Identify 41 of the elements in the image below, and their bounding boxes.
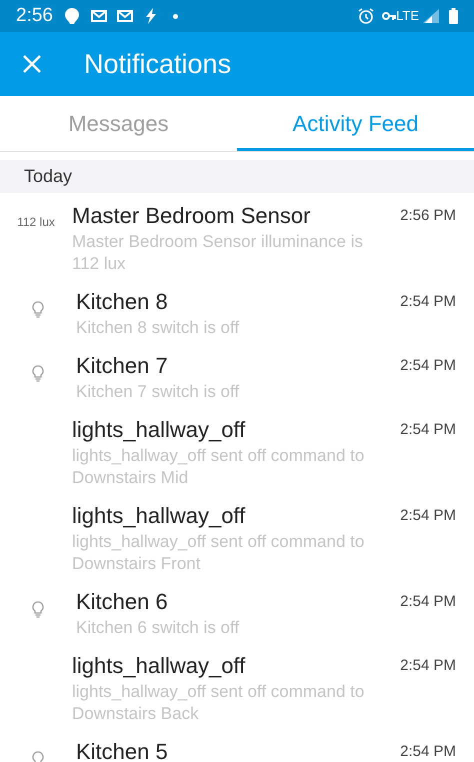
network-type: LTE — [396, 7, 419, 26]
screen-title: Notifications — [84, 48, 232, 81]
event-title: Kitchen 7 — [76, 352, 169, 380]
event-description: lights_hallway_off sent off command to Downstairs Back — [72, 681, 366, 725]
section-title: Today — [24, 165, 72, 188]
event-title: lights_hallway_off — [72, 416, 246, 444]
event-time: 2:54 PM — [400, 592, 457, 612]
reading-label: 112 lux — [17, 214, 55, 231]
event-time: 2:56 PM — [400, 206, 457, 226]
event-description: Kitchen 8 switch is off — [76, 317, 240, 339]
event-description: lights_hallway_off sent off command to Downstairs Mid — [72, 445, 366, 489]
tab[interactable]: Messages — [0, 96, 237, 151]
mail-icon — [116, 10, 133, 22]
signal-icon — [423, 9, 439, 23]
alarm-icon — [358, 8, 374, 24]
event-time: 2:54 PM — [400, 356, 457, 376]
event-title: lights_hallway_off — [72, 652, 246, 680]
event-title: Master Bedroom Sensor — [72, 202, 312, 230]
status-time: 2:56 — [16, 4, 53, 28]
event-time: 2:54 PM — [400, 506, 457, 526]
event-time: 2:54 PM — [400, 656, 457, 676]
event-title: Kitchen 5 — [76, 738, 169, 762]
dot-icon — [172, 14, 178, 18]
lightbulb-icon — [32, 301, 44, 318]
event-description: Kitchen 6 switch is off — [76, 617, 240, 639]
battery-icon — [449, 8, 458, 24]
lightbulb-icon — [32, 365, 44, 382]
event-time: 2:54 PM — [400, 742, 457, 762]
bolt-icon — [144, 8, 157, 24]
lightbulb-icon — [32, 601, 44, 618]
event-title: Kitchen 8 — [76, 288, 169, 316]
event-time: 2:54 PM — [400, 292, 457, 312]
event-description: lights_hallway_off sent off command to Downstairs Front — [72, 531, 366, 575]
event-time: 2:54 PM — [400, 420, 457, 440]
event-description: Master Bedroom Sensor illuminance is 112 lux — [72, 231, 364, 275]
event-description: Kitchen 7 switch is off — [76, 381, 240, 403]
mail-icon — [90, 10, 107, 22]
key-icon — [382, 11, 396, 21]
event-title: Kitchen 6 — [76, 588, 169, 616]
close-icon — [23, 55, 41, 73]
event-title: lights_hallway_off — [72, 502, 246, 530]
